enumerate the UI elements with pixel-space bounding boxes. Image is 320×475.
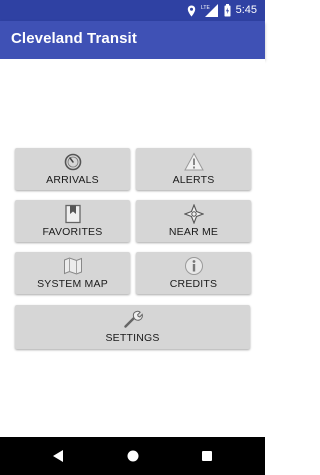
network-label: LTE (201, 5, 210, 11)
system-map-label: SYSTEM MAP (37, 278, 108, 290)
near-me-button[interactable]: NEAR ME (136, 200, 251, 242)
back-icon[interactable] (49, 447, 67, 465)
signal-icon: LTE (201, 4, 218, 17)
arrivals-button[interactable]: ARRIVALS (15, 148, 130, 190)
arrivals-label: ARRIVALS (46, 174, 99, 186)
warning-icon (183, 152, 204, 171)
favorites-label: FAVORITES (42, 226, 103, 238)
info-icon (184, 257, 203, 275)
map-icon (63, 257, 82, 275)
app-bar: Cleveland Transit (0, 21, 265, 59)
bookmark-icon (64, 204, 81, 224)
app-title: Cleveland Transit (11, 30, 137, 47)
credits-label: CREDITS (169, 278, 218, 290)
main-content: ARRIVALS ALERTS FAVORITES NEAR ME SYSTEM… (0, 59, 265, 437)
favorites-button[interactable]: FAVORITES (15, 200, 130, 242)
wrench-icon (123, 310, 143, 328)
system-map-button[interactable]: SYSTEM MAP (15, 252, 130, 294)
credits-button[interactable]: CREDITS (136, 252, 251, 294)
status-time: 5:45 (235, 4, 257, 16)
compass-icon (183, 204, 204, 224)
alerts-button[interactable]: ALERTS (136, 148, 251, 190)
home-icon[interactable] (124, 447, 142, 465)
location-icon (187, 5, 195, 16)
settings-button[interactable]: SETTINGS (15, 305, 250, 349)
status-bar: LTE 5:45 (0, 0, 265, 21)
clock-icon (64, 153, 81, 171)
status-icons: LTE 5:45 (187, 3, 257, 18)
navigation-bar (0, 437, 265, 475)
battery-icon (224, 4, 231, 17)
alerts-label: ALERTS (172, 174, 215, 186)
near-me-label: NEAR ME (168, 226, 219, 238)
settings-label: SETTINGS (105, 332, 160, 344)
recents-icon[interactable] (198, 447, 216, 465)
